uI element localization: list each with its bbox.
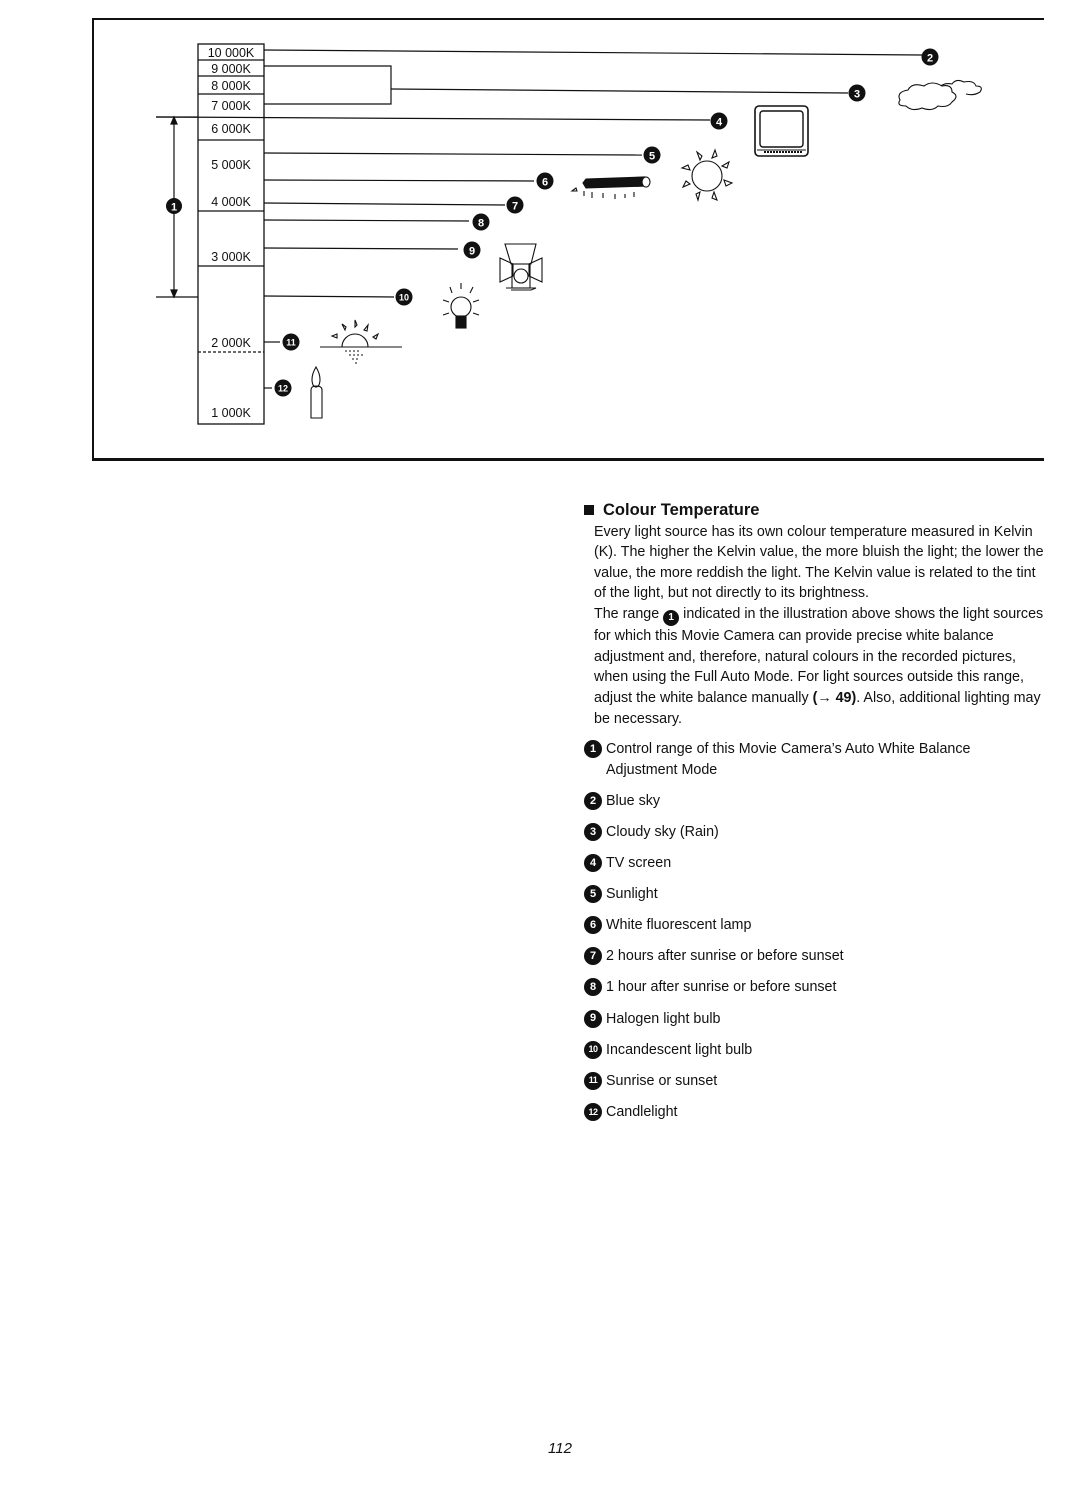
- callout-badge: 11: [282, 333, 300, 351]
- square-bullet-icon: [584, 505, 594, 516]
- tv-screen-icon: [754, 105, 809, 157]
- legend-item: 81 hour after sunrise or before sunset: [584, 977, 1044, 998]
- range-marker-badge: 1: [171, 202, 177, 214]
- incandescent-bulb-icon: [442, 283, 480, 329]
- legend-item: 4 TV screen: [584, 853, 1044, 874]
- kelvin-label: 2 000K: [211, 336, 251, 350]
- legend-label: Sunlight: [606, 886, 658, 903]
- callout-badge: 4: [710, 112, 728, 130]
- legend-item: 12 Candlelight: [584, 1102, 1044, 1123]
- intro-paragraph: Every light source has its own colour te…: [594, 523, 1044, 602]
- legend-item: 3 Cloudy sky (Rain): [584, 822, 1044, 843]
- legend-label: Halogen light bulb: [606, 1010, 721, 1027]
- section-title: Colour Temperature: [603, 501, 760, 519]
- legend-number-badge: 6: [584, 916, 602, 935]
- kelvin-label: 1 000K: [211, 406, 251, 420]
- legend-number-badge: 1: [584, 740, 602, 759]
- kelvin-label: 9 000K: [211, 62, 251, 76]
- callout-number: 5: [649, 151, 655, 163]
- legend-number-badge: 7: [584, 947, 602, 966]
- legend-number-badge: 11: [584, 1071, 602, 1090]
- legend-label: TV screen: [606, 855, 672, 872]
- legend-item: 10 Incandescent light bulb: [584, 1040, 1044, 1061]
- callout-badge: 3: [848, 84, 866, 102]
- callout-number: 8: [478, 218, 484, 230]
- legend-label: Candlelight: [606, 1103, 678, 1120]
- kelvin-label: 6 000K: [211, 122, 251, 136]
- legend-number-badge: 2: [584, 791, 602, 810]
- legend-label: White fluorescent lamp: [606, 917, 752, 934]
- callout-badges: 2 3 4 5 6 7 8 9 10 11 12: [274, 48, 939, 397]
- callout-badge: 7: [506, 196, 524, 214]
- callout-badge: 8: [472, 213, 490, 231]
- halogen-lamp-icon: [499, 243, 543, 291]
- callout-number: 11: [286, 338, 296, 348]
- callout-badge: 6: [536, 172, 554, 190]
- legend-item: 1 Control range of this Movie Camera’s Au…: [584, 739, 1044, 780]
- fluorescent-lamp-icon: [570, 176, 651, 199]
- page-reference-link[interactable]: (→ 49): [813, 690, 857, 706]
- kelvin-label: 3 000K: [211, 250, 251, 264]
- legend-number-badge: 5: [584, 885, 602, 904]
- range-badge: 1: [663, 610, 680, 627]
- legend-number-badge: 9: [584, 1009, 602, 1028]
- leader-lines: [155, 49, 923, 389]
- callout-number: 3: [854, 89, 860, 101]
- callout-number: 4: [716, 117, 723, 129]
- legend-number-badge: 3: [584, 823, 602, 842]
- legend-label: Incandescent light bulb: [606, 1041, 753, 1058]
- legend-label: Cloudy sky (Rain): [606, 824, 719, 841]
- page-number: 112: [548, 1440, 572, 1457]
- kelvin-labels: 10 000K 9 000K 8 000K 7 000K 6 000K 5 00…: [208, 46, 255, 420]
- legend-item: 11 Sunrise or sunset: [584, 1071, 1044, 1092]
- legend-item: 72 hours after sunrise or before sunset: [584, 946, 1044, 967]
- legend-item: 6 White fluorescent lamp: [584, 915, 1044, 936]
- kelvin-label: 5 000K: [211, 158, 251, 172]
- legend-number-badge: 12: [584, 1102, 602, 1121]
- colour-temperature-diagram: 10 000K 9 000K 8 000K 7 000K 6 000K 5 00…: [155, 43, 982, 425]
- legend-number-badge: 8: [584, 978, 602, 997]
- candle-icon: [310, 365, 323, 419]
- kelvin-label: 8 000K: [211, 79, 251, 93]
- legend-label: 2 hours after sunrise or before sunset: [606, 948, 844, 965]
- sun-icon: [680, 148, 734, 202]
- legend-item: 5 Sunlight: [584, 884, 1044, 905]
- kelvin-label: 7 000K: [211, 99, 251, 113]
- section-heading: Colour Temperature: [584, 500, 1044, 521]
- callout-number: 2: [927, 53, 933, 65]
- legend-item: 2 Blue sky: [584, 791, 1044, 812]
- colour-temperature-section: Colour Temperature Every light source ha…: [584, 500, 1044, 1133]
- cloud-icon: [898, 79, 982, 111]
- callout-number: 9: [469, 246, 475, 258]
- legend-label: Blue sky: [606, 792, 661, 809]
- callout-number: 12: [278, 384, 288, 394]
- callout-badge: 2: [921, 48, 939, 66]
- legend-list: 1 Control range of this Movie Camera’s Au…: [584, 739, 1044, 1122]
- legend-label: Control range of this Movie Camera’s Aut…: [606, 741, 971, 778]
- callout-number: 10: [399, 293, 409, 303]
- callout-number: 7: [512, 201, 518, 213]
- legend-number-badge: 4: [584, 854, 602, 873]
- sunrise-icon: [320, 319, 402, 364]
- callout-number: 6: [542, 177, 548, 189]
- kelvin-label: 4 000K: [211, 195, 251, 209]
- legend-number-badge: 10: [584, 1040, 602, 1059]
- callout-badge: 10: [395, 288, 413, 306]
- callout-badge: 9: [463, 241, 481, 259]
- range-paragraph: The range 1 indicated in the illustratio…: [594, 605, 1044, 727]
- legend-item: 9 Halogen light bulb: [584, 1009, 1044, 1030]
- legend-label: Sunrise or sunset: [606, 1072, 718, 1089]
- legend-label: 1 hour after sunrise or before sunset: [606, 979, 837, 996]
- kelvin-label: 10 000K: [208, 46, 255, 60]
- range-marker: 1: [156, 115, 198, 299]
- callout-badge: 5: [643, 146, 661, 164]
- callout-badge: 12: [274, 379, 292, 397]
